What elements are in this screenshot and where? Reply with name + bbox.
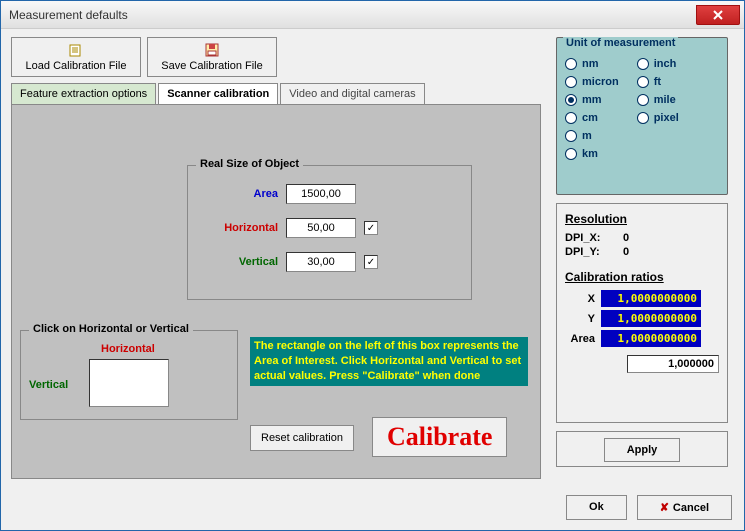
ratio-x-value: 1,0000000000 xyxy=(601,290,701,307)
close-icon xyxy=(713,10,723,20)
radio-icon xyxy=(637,94,649,106)
unit-radio-mm[interactable]: mm xyxy=(565,94,619,106)
unit-radio-mile[interactable]: mile xyxy=(637,94,679,106)
vertical-input[interactable]: 30,00 xyxy=(286,252,356,272)
unit-label: mile xyxy=(654,94,676,106)
window-title: Measurement defaults xyxy=(9,8,128,22)
apply-button[interactable]: Apply xyxy=(604,438,681,462)
tab-panel-scanner-calibration: Real Size of Object Area 1500,00 Horizon… xyxy=(11,104,541,479)
aoi-legend: Click on Horizontal or Vertical xyxy=(29,323,193,335)
dpix-value: 0 xyxy=(623,232,629,244)
reset-calibration-button[interactable]: Reset calibration xyxy=(250,425,354,451)
dialog-window: Measurement defaults Load Calibration Fi… xyxy=(0,0,745,531)
dpix-label: DPI_X: xyxy=(565,232,613,244)
aoi-horizontal-label: Horizontal xyxy=(101,343,155,355)
dpiy-value: 0 xyxy=(623,246,629,258)
aoi-group: Click on Horizontal or Vertical Horizont… xyxy=(20,330,238,420)
resolution-heading: Resolution xyxy=(565,212,719,226)
unit-radio-inch[interactable]: inch xyxy=(637,58,679,70)
horizontal-label: Horizontal xyxy=(210,222,278,234)
file-save-icon xyxy=(204,42,220,58)
tab-video-cameras[interactable]: Video and digital cameras xyxy=(280,83,424,104)
unit-label: ft xyxy=(654,76,661,88)
radio-icon xyxy=(637,76,649,88)
calibrate-button[interactable]: Calibrate xyxy=(372,417,507,457)
right-column: Unit of measurement nm micron mm cm m km inch… xyxy=(556,37,728,467)
radio-icon xyxy=(565,94,577,106)
dialog-body: Load Calibration File Save Calibration F… xyxy=(1,29,744,530)
real-size-legend: Real Size of Object xyxy=(196,158,303,170)
file-open-icon xyxy=(68,42,84,58)
radio-icon xyxy=(637,112,649,124)
tab-feature-extraction[interactable]: Feature extraction options xyxy=(11,83,156,104)
ratio-y-label: Y xyxy=(565,313,595,325)
unit-label: m xyxy=(582,130,592,142)
cancel-icon: ✘ xyxy=(660,502,669,514)
radio-icon xyxy=(637,58,649,70)
unit-label: inch xyxy=(654,58,677,70)
radio-icon xyxy=(565,148,577,160)
cancel-button[interactable]: ✘ Cancel xyxy=(637,495,732,520)
horizontal-input[interactable]: 50,00 xyxy=(286,218,356,238)
unit-label: pixel xyxy=(654,112,679,124)
unit-of-measurement-group: Unit of measurement nm micron mm cm m km inch… xyxy=(556,37,728,195)
close-button[interactable] xyxy=(696,5,740,25)
save-calibration-label: Save Calibration File xyxy=(161,60,263,72)
load-calibration-button[interactable]: Load Calibration File xyxy=(11,37,141,77)
save-calibration-button[interactable]: Save Calibration File xyxy=(147,37,277,77)
tab-scanner-calibration[interactable]: Scanner calibration xyxy=(158,83,278,104)
apply-bar: Apply xyxy=(556,431,728,467)
vertical-label: Vertical xyxy=(210,256,278,268)
ratio-factor-input[interactable]: 1,000000 xyxy=(627,355,719,373)
unit-label: nm xyxy=(582,58,599,70)
aoi-rectangle[interactable] xyxy=(89,359,169,407)
area-input[interactable]: 1500,00 xyxy=(286,184,356,204)
radio-icon xyxy=(565,130,577,142)
vertical-checkbox[interactable]: ✓ xyxy=(364,255,378,269)
titlebar: Measurement defaults xyxy=(1,1,744,29)
unit-radio-micron[interactable]: micron xyxy=(565,76,619,88)
ratio-y-value: 1,0000000000 xyxy=(601,310,701,327)
unit-label: cm xyxy=(582,112,598,124)
unit-radio-cm[interactable]: cm xyxy=(565,112,619,124)
ratio-area-value: 1,0000000000 xyxy=(601,330,701,347)
ratio-x-label: X xyxy=(565,293,595,305)
horizontal-checkbox[interactable]: ✓ xyxy=(364,221,378,235)
resolution-ratios-group: Resolution DPI_X: 0 DPI_Y: 0 Calibration… xyxy=(556,203,728,423)
unit-radio-m[interactable]: m xyxy=(565,130,619,142)
ratio-area-label: Area xyxy=(565,333,595,345)
ratios-heading: Calibration ratios xyxy=(565,270,719,284)
unit-radio-nm[interactable]: nm xyxy=(565,58,619,70)
radio-icon xyxy=(565,112,577,124)
unit-legend: Unit of measurement xyxy=(563,37,678,49)
unit-label: micron xyxy=(582,76,619,88)
aoi-vertical-label: Vertical xyxy=(29,379,68,391)
ok-button[interactable]: Ok xyxy=(566,495,627,520)
unit-label: km xyxy=(582,148,598,160)
real-size-group: Real Size of Object Area 1500,00 Horizon… xyxy=(187,165,472,300)
dpiy-label: DPI_Y: xyxy=(565,246,613,258)
area-label: Area xyxy=(210,188,278,200)
unit-radio-km[interactable]: km xyxy=(565,148,619,160)
dialog-buttons: Ok ✘ Cancel xyxy=(566,495,732,520)
radio-icon xyxy=(565,58,577,70)
unit-radio-pixel[interactable]: pixel xyxy=(637,112,679,124)
calibration-hint: The rectangle on the left of this box re… xyxy=(250,337,528,386)
cancel-label: Cancel xyxy=(673,502,709,514)
load-calibration-label: Load Calibration File xyxy=(26,60,127,72)
radio-icon xyxy=(565,76,577,88)
unit-label: mm xyxy=(582,94,602,106)
unit-radio-ft[interactable]: ft xyxy=(637,76,679,88)
